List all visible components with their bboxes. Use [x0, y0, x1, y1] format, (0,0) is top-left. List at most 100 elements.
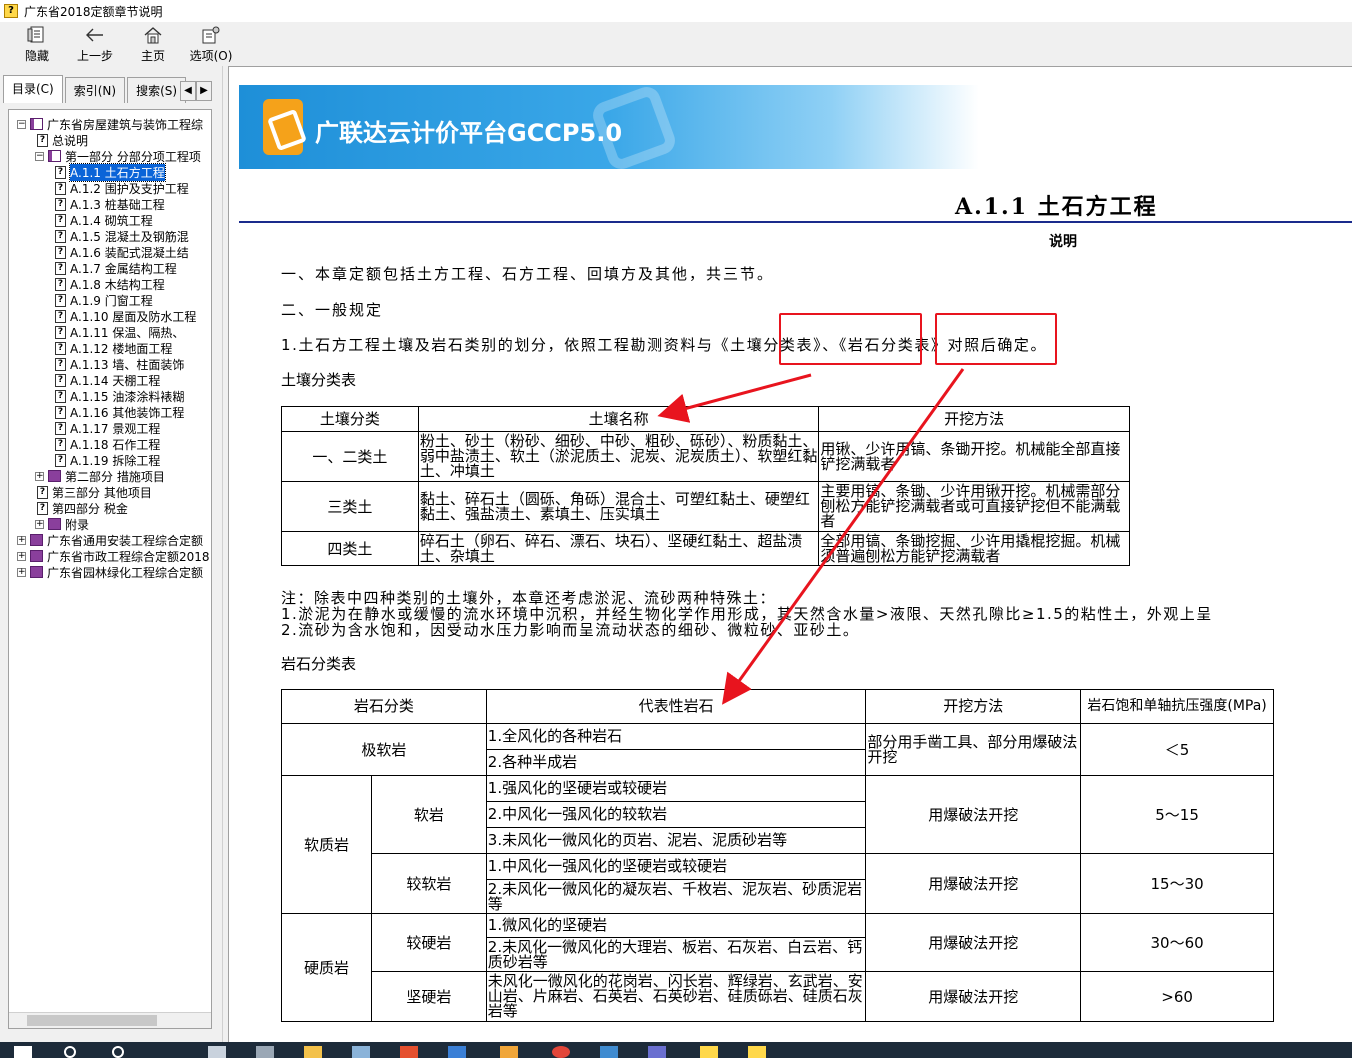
tree-item[interactable]: ? A.1.9 门窗工程 [53, 292, 153, 308]
closed-book-icon [48, 470, 61, 482]
options-icon [201, 25, 221, 45]
collapse-icon[interactable]: − [17, 119, 26, 129]
tree-item-label: A.1.8 木结构工程 [70, 277, 165, 292]
help-page-icon: ? [55, 229, 66, 243]
tree-item[interactable]: ? A.1.15 油漆涂料裱糊 [53, 388, 184, 404]
file-explorer-icon[interactable] [304, 1046, 322, 1058]
back-label: 上一步 [76, 49, 113, 63]
expand-icon[interactable]: + [17, 567, 26, 577]
tree-item-label: A.1.18 石作工程 [70, 437, 161, 452]
tree-item-label: A.1.2 围护及支护工程 [70, 181, 189, 196]
tree-item[interactable]: ? A.1.14 天棚工程 [53, 372, 160, 388]
tab-contents[interactable]: 目录(C) [3, 75, 63, 103]
closed-book-icon [30, 534, 43, 546]
tree-horizontal-scrollbar[interactable] [9, 1012, 211, 1028]
help-page-icon: ? [55, 213, 66, 227]
app-icon[interactable] [600, 1046, 618, 1058]
hide-button[interactable]: 隐藏 [8, 22, 66, 64]
tree-item[interactable]: + 广东省市政工程综合定额2018 [17, 548, 210, 564]
hide-icon [27, 25, 47, 45]
app-icon[interactable] [400, 1046, 418, 1058]
tree-item[interactable]: + 第二部分 措施项目 [35, 468, 165, 484]
app-icon[interactable] [352, 1046, 370, 1058]
app-icon[interactable] [648, 1046, 666, 1058]
tree-item-label: A.1.15 油漆涂料裱糊 [70, 389, 185, 404]
start-icon[interactable] [14, 1046, 32, 1058]
tree-item[interactable]: ? A.1.12 楼地面工程 [53, 340, 172, 356]
help-page-icon: ? [37, 133, 48, 147]
help-app-icon[interactable] [748, 1046, 766, 1058]
expand-icon[interactable]: + [35, 519, 44, 529]
tab-index[interactable]: 索引(N) [64, 77, 126, 103]
tab-scroll-left-icon[interactable]: ◀ [180, 81, 196, 101]
help-page-icon: ? [55, 405, 66, 419]
closed-book-icon [30, 566, 43, 578]
tree-item[interactable]: ? A.1.4 砌筑工程 [53, 212, 153, 228]
tree-item[interactable]: ? A.1.3 桩基础工程 [53, 196, 165, 212]
tree-item[interactable]: ? A.1.17 景观工程 [53, 420, 160, 436]
tab-scroll-arrows: ◀ ▶ [180, 81, 212, 101]
expand-icon[interactable]: + [17, 535, 26, 545]
home-button[interactable]: 主页 [124, 22, 182, 64]
tree-item[interactable]: ? A.1.8 木结构工程 [53, 276, 165, 292]
tree-item[interactable]: + 广东省通用安装工程综合定额 [17, 532, 203, 548]
tree-item[interactable]: + 附录 [35, 516, 89, 532]
content-pane: 广联达云计价平台GCCP5.0 A.1.1 土石方工程 说明 一、本章定额包括土… [228, 66, 1352, 1042]
help-page-icon: ? [55, 389, 66, 403]
tree-item[interactable]: ? A.1.6 装配式混凝土结 [53, 244, 189, 260]
tree-item[interactable]: ? A.1.2 围护及支护工程 [53, 180, 189, 196]
help-page-icon: ? [55, 309, 66, 323]
tree-item[interactable]: ? A.1.7 金属结构工程 [53, 260, 177, 276]
cortana-icon[interactable] [112, 1046, 124, 1058]
back-button[interactable]: 上一步 [66, 22, 124, 64]
tree-item[interactable]: ? 总说明 [35, 132, 88, 148]
search-icon[interactable] [64, 1046, 76, 1058]
tree-item[interactable]: ? A.1.16 其他装饰工程 [53, 404, 184, 420]
options-button[interactable]: 选项(O) [182, 22, 240, 64]
expand-icon[interactable]: + [35, 471, 44, 481]
tree-item-label: 广东省市政工程综合定额2018 [47, 549, 210, 564]
tree-item[interactable]: ? A.1.10 屋面及防水工程 [53, 308, 196, 324]
tree-item[interactable]: ? A.1.13 墙、柱面装饰 [53, 356, 184, 372]
closed-book-icon [30, 550, 43, 562]
tree-item[interactable]: − 广东省房屋建筑与装饰工程综 [17, 116, 203, 132]
title-bar: ? 广东省2018定额章节说明 [0, 0, 1352, 22]
tree-item-label: A.1.10 屋面及防水工程 [70, 309, 197, 324]
open-book-icon [48, 150, 61, 162]
tab-scroll-right-icon[interactable]: ▶ [196, 81, 212, 101]
contents-tree[interactable]: − 广东省房屋建筑与装饰工程综? 总说明 − 第一部分 分部分项工程项? A.1.1 土石… [8, 109, 212, 1029]
tree-item[interactable]: ? A.1.19 拆除工程 [53, 452, 160, 468]
app-icon[interactable] [500, 1046, 518, 1058]
help-page-icon: ? [55, 293, 66, 307]
tree-item-label: A.1.19 拆除工程 [70, 453, 161, 468]
help-page-icon: ? [55, 197, 66, 211]
help-page-icon: ? [55, 325, 66, 339]
calculator-icon[interactable] [208, 1046, 226, 1058]
tree-item-label: A.1.12 楼地面工程 [70, 341, 173, 356]
help-page-icon: ? [55, 373, 66, 387]
tree-item[interactable]: − 第一部分 分部分项工程项 [35, 148, 201, 164]
chrome-icon[interactable] [552, 1046, 570, 1058]
help-app-icon[interactable] [700, 1046, 718, 1058]
tab-search[interactable]: 搜索(S) [127, 77, 187, 103]
tree-item[interactable]: ? A.1.18 石作工程 [53, 436, 160, 452]
expand-icon[interactable]: + [17, 551, 26, 561]
arrow-to-soil-table [657, 373, 812, 423]
tree-item-label: A.1.4 砌筑工程 [70, 213, 153, 228]
tree-item-label: A.1.14 天棚工程 [70, 373, 161, 388]
tree-item[interactable]: + 广东省园林绿化工程综合定额 [17, 564, 203, 580]
tree-scrollbar-thumb[interactable] [27, 1015, 157, 1026]
tree-item[interactable]: ? 第三部分 其他项目 [35, 484, 152, 500]
tree-item[interactable]: ? A.1.11 保温、隔热、 [53, 324, 184, 340]
app-icon[interactable] [448, 1046, 466, 1058]
tree-item-label: 广东省通用安装工程综合定额 [47, 533, 204, 548]
navigation-pane: 目录(C) 索引(N) 搜索(S) ◀ ▶ − 广东省房屋建筑与装饰工程综? 总说明… [0, 73, 222, 1041]
tree-item-label: A.1.5 混凝土及钢筋混 [70, 229, 189, 244]
tree-item[interactable]: ? 第四部分 税金 [35, 500, 128, 516]
home-label: 主页 [140, 49, 165, 63]
tree-item[interactable]: ? A.1.1 土石方工程 [53, 162, 166, 182]
tree-item[interactable]: ? A.1.5 混凝土及钢筋混 [53, 228, 189, 244]
hide-label: 隐藏 [24, 49, 49, 63]
collapse-icon[interactable]: − [35, 151, 44, 161]
app-icon[interactable] [256, 1046, 274, 1058]
